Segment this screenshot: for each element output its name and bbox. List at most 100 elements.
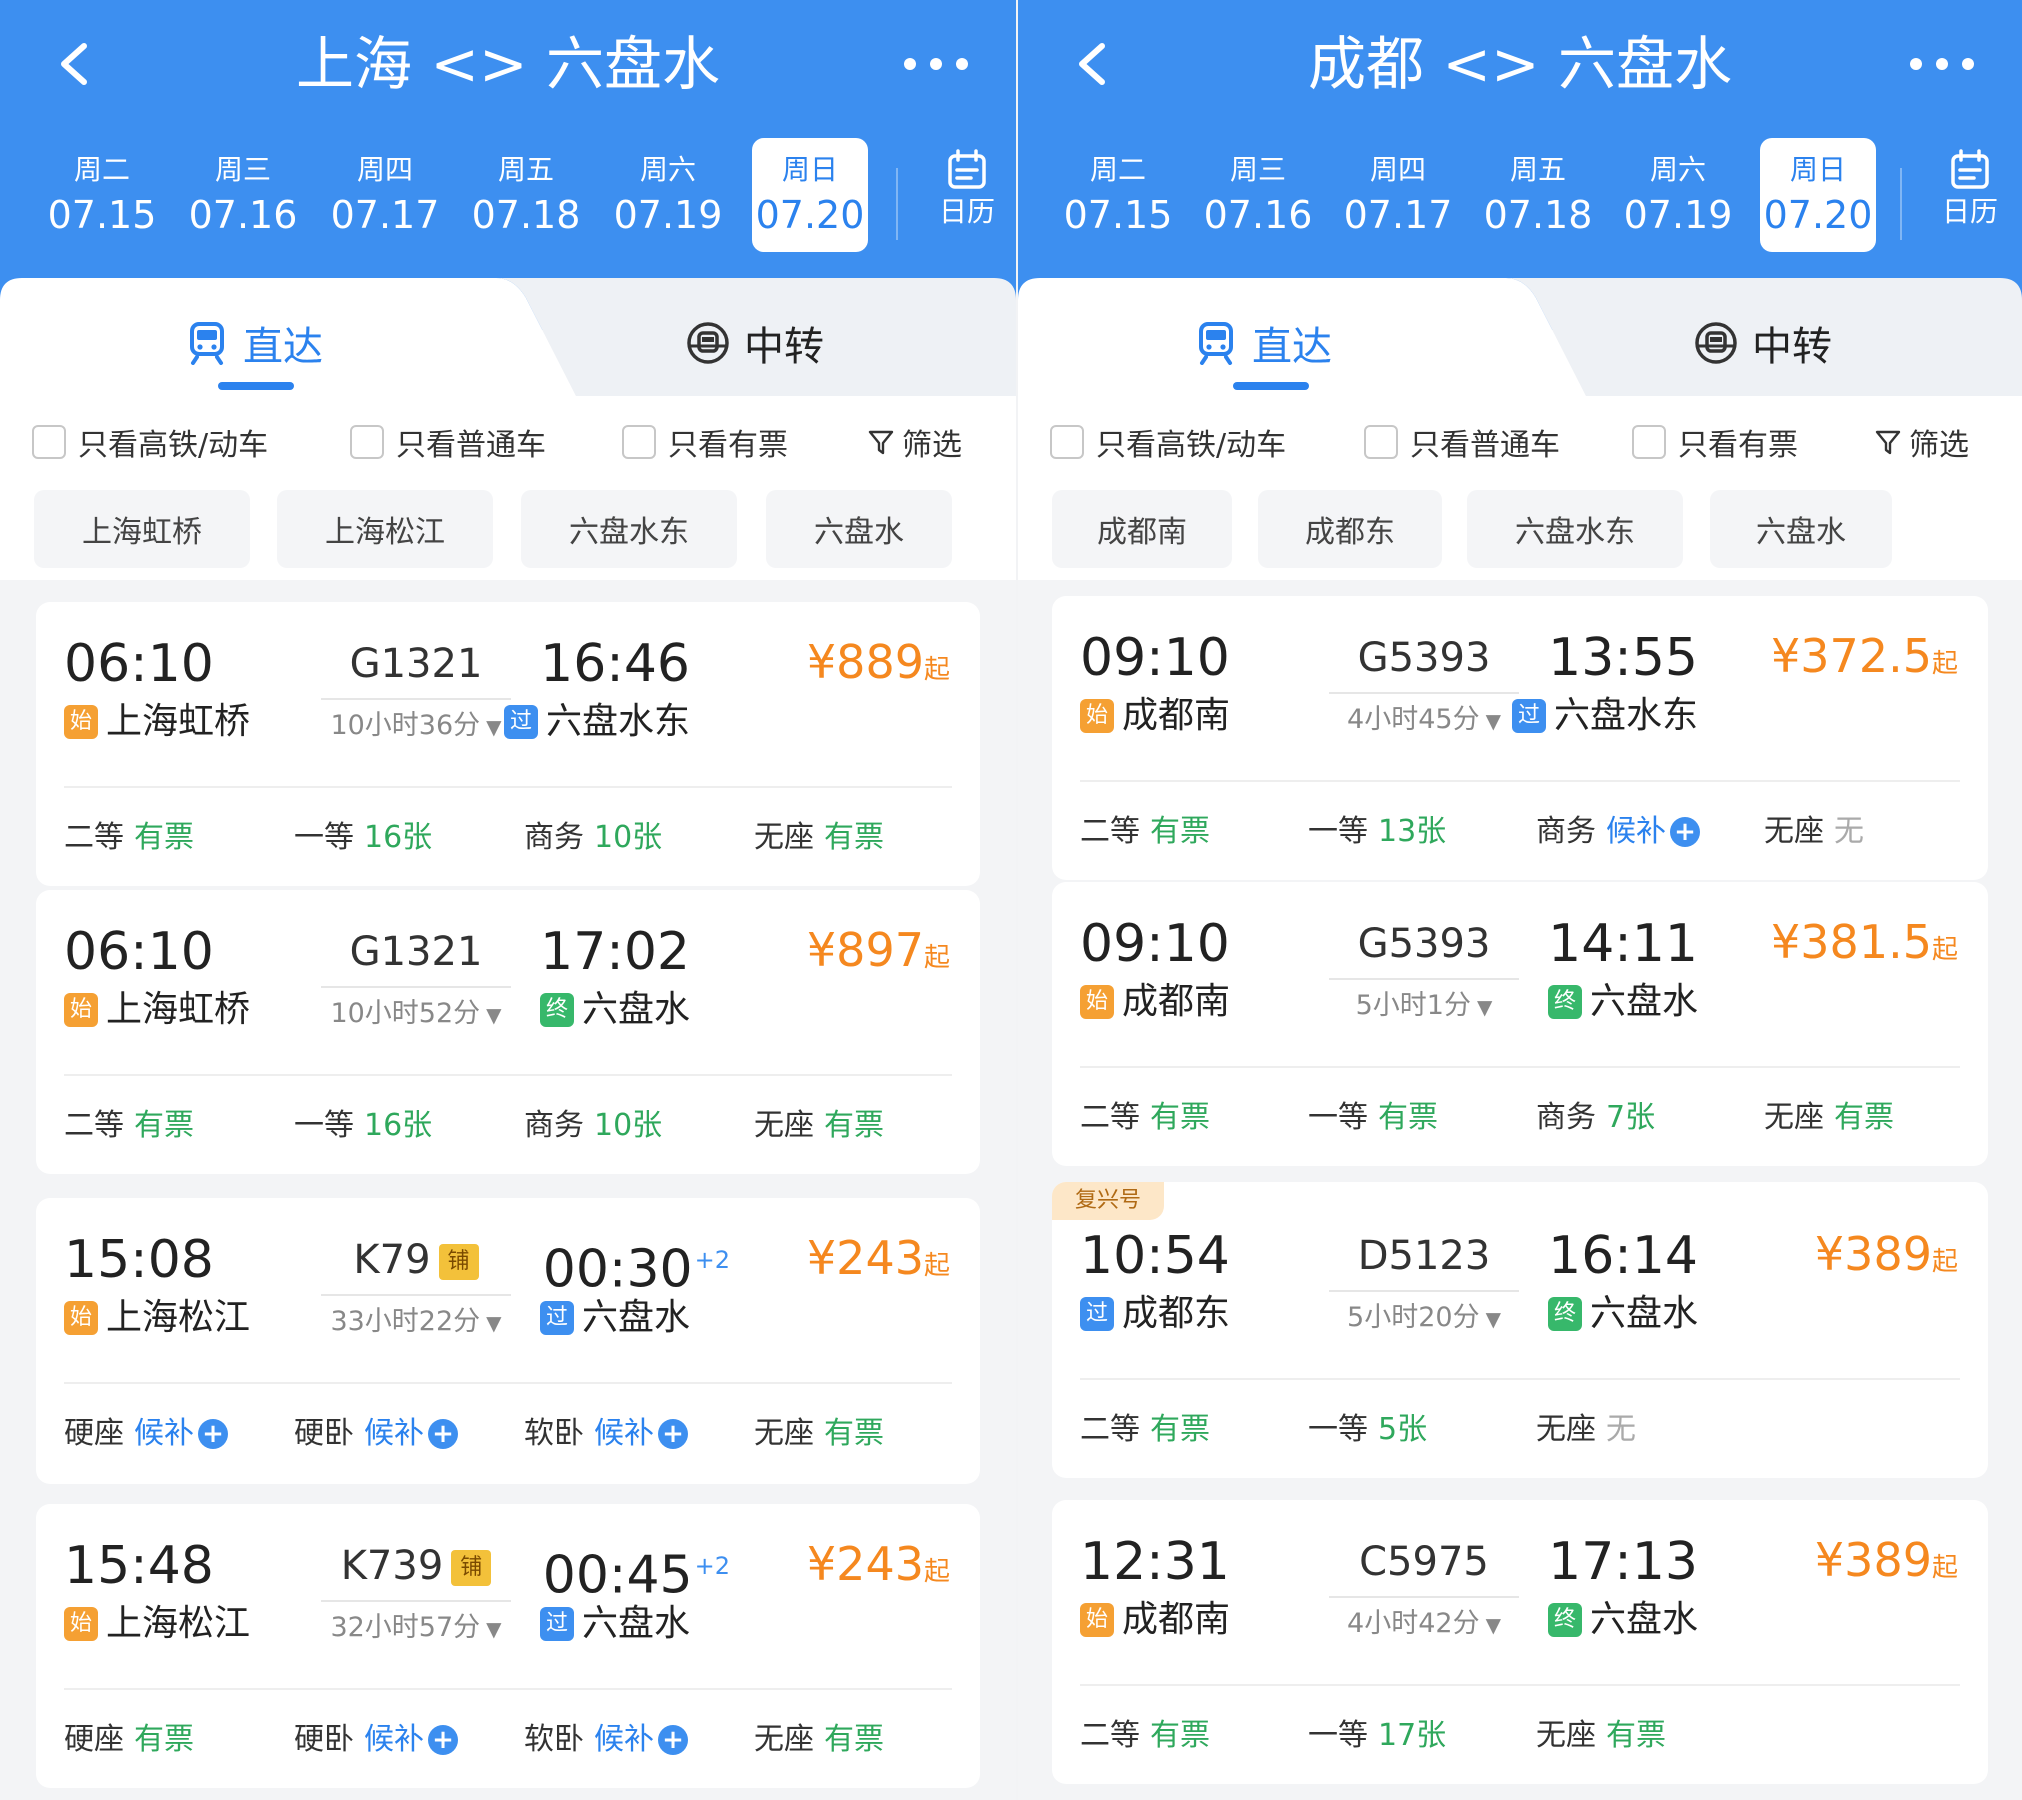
filter-checkbox-high-speed[interactable]: 只看高铁/动车: [32, 422, 268, 463]
date-item[interactable]: 周四 07.17: [327, 138, 443, 252]
filter-button[interactable]: 筛选: [866, 422, 962, 463]
add-waitlist-icon[interactable]: +: [428, 1419, 458, 1449]
train-card[interactable]: 06:10 G1321 10小时52分 ▼ 17:02 ¥897起始上海虹桥终六盘水 二等有…: [36, 890, 980, 1174]
station-chip[interactable]: 六盘水: [1710, 490, 1892, 568]
add-waitlist-icon[interactable]: +: [658, 1419, 688, 1449]
date-item[interactable]: 周六 07.19: [610, 138, 726, 252]
seat-availability[interactable]: 商务 候补 +: [1536, 810, 1700, 854]
date-item[interactable]: 周五 07.18: [468, 138, 584, 252]
filter-checkbox-high-speed[interactable]: 只看高铁/动车: [1050, 422, 1286, 463]
filter-checkbox-available[interactable]: 只看有票: [1632, 422, 1798, 463]
filter-checkbox-normal[interactable]: 只看普通车: [350, 422, 546, 463]
seat-availability[interactable]: 一等 5张: [1308, 1408, 1427, 1452]
back-button[interactable]: [46, 34, 106, 94]
tab-direct[interactable]: 直达: [1194, 308, 1332, 378]
seat-availability[interactable]: 无座 有票: [1764, 1096, 1894, 1140]
tab-direct[interactable]: 直达: [185, 308, 323, 378]
seat-availability[interactable]: 一等 17张: [1308, 1714, 1446, 1758]
more-button[interactable]: [1902, 36, 1982, 92]
station-chip[interactable]: 成都东: [1258, 490, 1442, 568]
checkbox-box[interactable]: [350, 425, 384, 459]
seat-availability[interactable]: 硬卧 候补 +: [294, 1412, 458, 1456]
seat-availability[interactable]: 二等 有票: [64, 816, 194, 860]
seat-availability[interactable]: 商务 7张: [1536, 1096, 1655, 1140]
train-card[interactable]: 12:31 C5975 4小时42分 ▼ 17:13 ¥389起始成都南终六盘水 二等 有票一…: [1052, 1500, 1988, 1784]
station-chip[interactable]: 上海虹桥: [34, 490, 250, 568]
seat-availability[interactable]: 商务 10张: [524, 816, 662, 860]
seat-availability[interactable]: 一等 16张: [294, 816, 432, 860]
checkbox-box[interactable]: [1632, 425, 1666, 459]
duration[interactable]: 4小时45分 ▼: [1329, 692, 1519, 739]
seat-availability[interactable]: 无座 有票: [754, 1718, 884, 1762]
add-waitlist-icon[interactable]: +: [1670, 817, 1700, 847]
filter-button[interactable]: 筛选: [1873, 422, 1969, 463]
date-item[interactable]: 周三 07.16: [1200, 138, 1316, 252]
back-button[interactable]: [1064, 34, 1124, 94]
add-waitlist-icon[interactable]: +: [428, 1725, 458, 1755]
seat-availability[interactable]: 商务 10张: [524, 1104, 662, 1148]
train-card[interactable]: 06:10 G1321 10小时36分 ▼ 16:46 ¥889起始上海虹桥 过六盘水东 二等…: [36, 602, 980, 886]
duration[interactable]: 33小时22分 ▼: [321, 1294, 511, 1341]
date-item[interactable]: 周六 07.19: [1620, 138, 1736, 252]
seat-availability[interactable]: 一等 13张: [1308, 810, 1446, 854]
seat-status: 有票: [824, 820, 884, 855]
station-chip[interactable]: 上海松江: [277, 490, 493, 568]
filter-checkbox-available[interactable]: 只看有票: [622, 422, 788, 463]
station-type-badge: 终: [1547, 1603, 1582, 1637]
tab-transfer[interactable]: 中转: [1694, 308, 1832, 378]
seat-availability[interactable]: 无座 有票: [754, 816, 884, 860]
seat-availability[interactable]: 二等 有票: [1080, 1408, 1210, 1452]
date-item[interactable]: 周二 07.15: [44, 138, 160, 252]
checkbox-box[interactable]: [1050, 425, 1084, 459]
date-item[interactable]: 周日 07.20: [752, 138, 868, 252]
seat-availability[interactable]: 无座 有票: [1536, 1714, 1666, 1758]
seat-availability[interactable]: 二等 有票: [1080, 810, 1210, 854]
train-card[interactable]: 09:10 G5393 4小时45分 ▼ 13:55 ¥372.5起始成都南 过六盘水东 二等…: [1052, 596, 1988, 880]
checkbox-box[interactable]: [32, 425, 66, 459]
checkbox-box[interactable]: [622, 425, 656, 459]
station-chip[interactable]: 六盘水东: [1467, 490, 1683, 568]
seat-availability[interactable]: 无座无: [1764, 810, 1864, 854]
train-card[interactable]: 15:48 K739 铺 32小时57分 ▼ 00:45+2 ¥243起始上海松江 过六盘水硬…: [36, 1504, 980, 1788]
seat-availability[interactable]: 软卧 候补 +: [524, 1718, 688, 1762]
seat-type: 商务: [1536, 1100, 1596, 1135]
train-card[interactable]: 09:10 G5393 5小时1分 ▼ 14:11 ¥381.5起始成都南终六盘水 二等 有票…: [1052, 882, 1988, 1166]
date-item[interactable]: 周日 07.20: [1760, 138, 1876, 252]
seat-availability[interactable]: 无座 有票: [754, 1104, 884, 1148]
date-item[interactable]: 周五 07.18: [1480, 138, 1596, 252]
add-waitlist-icon[interactable]: +: [198, 1419, 228, 1449]
date-item[interactable]: 周三 07.16: [185, 138, 301, 252]
duration[interactable]: 10小时52分 ▼: [321, 986, 511, 1033]
date-item[interactable]: 周二 07.15: [1060, 138, 1176, 252]
duration[interactable]: 5小时20分 ▼: [1329, 1290, 1519, 1337]
date-item[interactable]: 周四 07.17: [1340, 138, 1456, 252]
calendar-button[interactable]: 日历: [917, 146, 1016, 250]
duration[interactable]: 32小时57分 ▼: [321, 1600, 511, 1647]
seat-availability[interactable]: 二等 有票: [1080, 1714, 1210, 1758]
seat-availability[interactable]: 一等 16张: [294, 1104, 432, 1148]
more-button[interactable]: [896, 36, 976, 92]
add-waitlist-icon[interactable]: +: [658, 1725, 688, 1755]
seat-availability[interactable]: 硬座 有票: [64, 1718, 194, 1762]
calendar-button[interactable]: 日历: [1920, 146, 2020, 250]
train-card[interactable]: 15:08 K79 铺 33小时22分 ▼ 00:30+2 ¥243起始上海松江 过六盘水 硬座…: [36, 1198, 980, 1484]
seat-availability[interactable]: 一等 有票: [1308, 1096, 1438, 1140]
seat-availability[interactable]: 无座无: [1536, 1408, 1636, 1452]
station-chip[interactable]: 成都南: [1052, 490, 1232, 568]
seat-availability[interactable]: 二等 有票: [1080, 1096, 1210, 1140]
seat-availability[interactable]: 硬卧 候补 +: [294, 1718, 458, 1762]
train-number-text: G1321: [349, 929, 483, 975]
tab-transfer[interactable]: 中转: [686, 308, 824, 378]
duration[interactable]: 5小时1分 ▼: [1329, 978, 1519, 1025]
seat-availability[interactable]: 软卧 候补 +: [524, 1412, 688, 1456]
filter-checkbox-normal[interactable]: 只看普通车: [1364, 422, 1560, 463]
seat-availability[interactable]: 无座 有票: [754, 1412, 884, 1456]
station-chip[interactable]: 六盘水: [766, 490, 952, 568]
train-card[interactable]: 复兴号 10:54 D5123 5小时20分 ▼ 16:14 ¥389起过成都东 终六盘水 二等…: [1052, 1182, 1988, 1478]
seat-availability[interactable]: 二等 有票: [64, 1104, 194, 1148]
checkbox-box[interactable]: [1364, 425, 1398, 459]
duration[interactable]: 10小时36分 ▼: [321, 698, 511, 745]
station-chip[interactable]: 六盘水东: [521, 490, 737, 568]
duration[interactable]: 4小时42分 ▼: [1329, 1596, 1519, 1643]
seat-availability[interactable]: 硬座 候补 +: [64, 1412, 228, 1456]
